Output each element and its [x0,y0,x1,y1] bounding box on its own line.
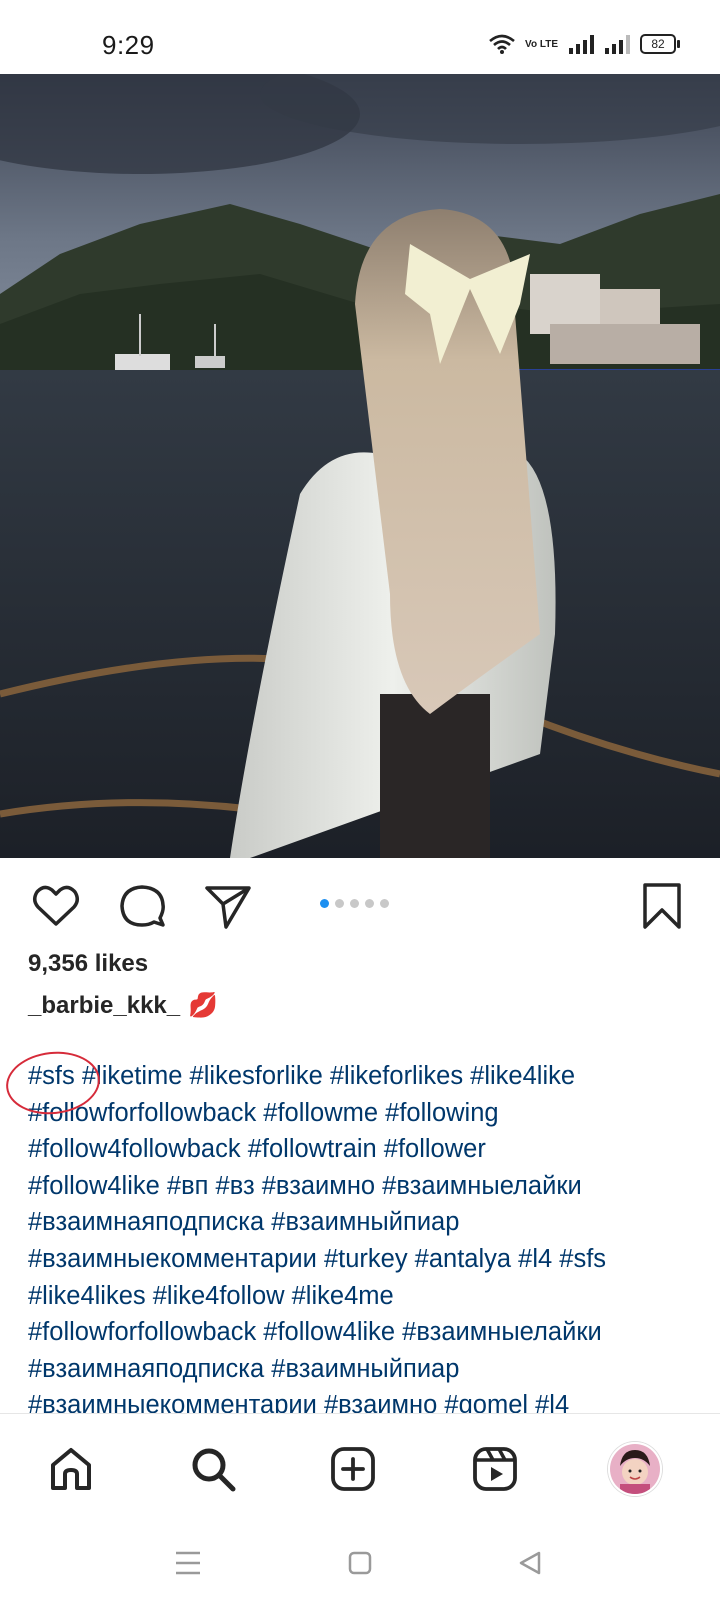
status-icons: Vo LTE 82 [489,34,680,54]
caption-line[interactable]: #follow4like #вп #вз #взаимно #взаимныел… [28,1168,708,1205]
comment-icon[interactable] [116,880,168,932]
system-nav-bar [0,1523,720,1600]
post-image[interactable] [0,74,720,858]
carousel-dot-active [320,899,329,908]
username[interactable]: _barbie_kkk_ [28,992,180,1020]
signal-icon [569,35,594,54]
create-icon[interactable] [326,1442,380,1496]
bookmark-icon[interactable] [636,880,688,932]
post-author[interactable]: _barbie_kkk_ 💋 [28,991,218,1020]
search-icon[interactable] [186,1442,240,1496]
signal-icon-2 [605,35,630,54]
carousel-dot [350,899,359,908]
bottom-nav [0,1413,720,1524]
post-caption: #sfs #liketime #likesforlike #likeforlik… [28,1058,708,1413]
post-photo [0,74,720,858]
menu-icon[interactable] [168,1543,208,1583]
volte-indicator: Vo LTE [525,38,558,50]
status-bar: 9:29 Vo LTE 82 [0,0,720,74]
home-square-icon[interactable] [340,1543,380,1583]
caption-line[interactable]: #sfs #liketime #likesforlike #likeforlik… [28,1058,708,1095]
caption-line[interactable]: #followforfollowback #followme #followin… [28,1095,708,1132]
caption-line[interactable]: #follow4followback #followtrain #followe… [28,1131,708,1168]
lips-emoji: 💋 [188,992,218,1019]
post-actions [0,858,720,948]
carousel-dot [335,899,344,908]
reels-icon[interactable] [468,1442,522,1496]
home-icon[interactable] [44,1442,98,1496]
back-icon[interactable] [510,1543,550,1583]
heart-icon[interactable] [30,880,82,932]
status-time: 9:29 [102,30,155,60]
caption-line[interactable]: #взаимнаяподписка #взаимныйпиар [28,1351,708,1388]
caption-line[interactable]: #followforfollowback #follow4like #взаим… [28,1314,708,1351]
carousel-dot [365,899,374,908]
caption-line[interactable]: #взаимнаяподписка #взаимныйпиар [28,1204,708,1241]
battery-icon: 82 [640,34,680,54]
caption-line[interactable]: #взаимныекомментарии #взаимно #gomel #l4 [28,1387,708,1413]
share-icon[interactable] [202,880,254,932]
profile-avatar[interactable] [608,1442,662,1496]
carousel-indicator [320,899,389,908]
carousel-dot [380,899,389,908]
likes-count[interactable]: 9,356 likes [28,950,148,978]
wifi-icon [489,34,515,54]
avatar [608,1442,662,1496]
caption-line[interactable]: #взаимныекомментарии #turkey #antalya #l… [28,1241,708,1278]
caption-line[interactable]: #like4likes #like4follow #like4me [28,1278,708,1315]
